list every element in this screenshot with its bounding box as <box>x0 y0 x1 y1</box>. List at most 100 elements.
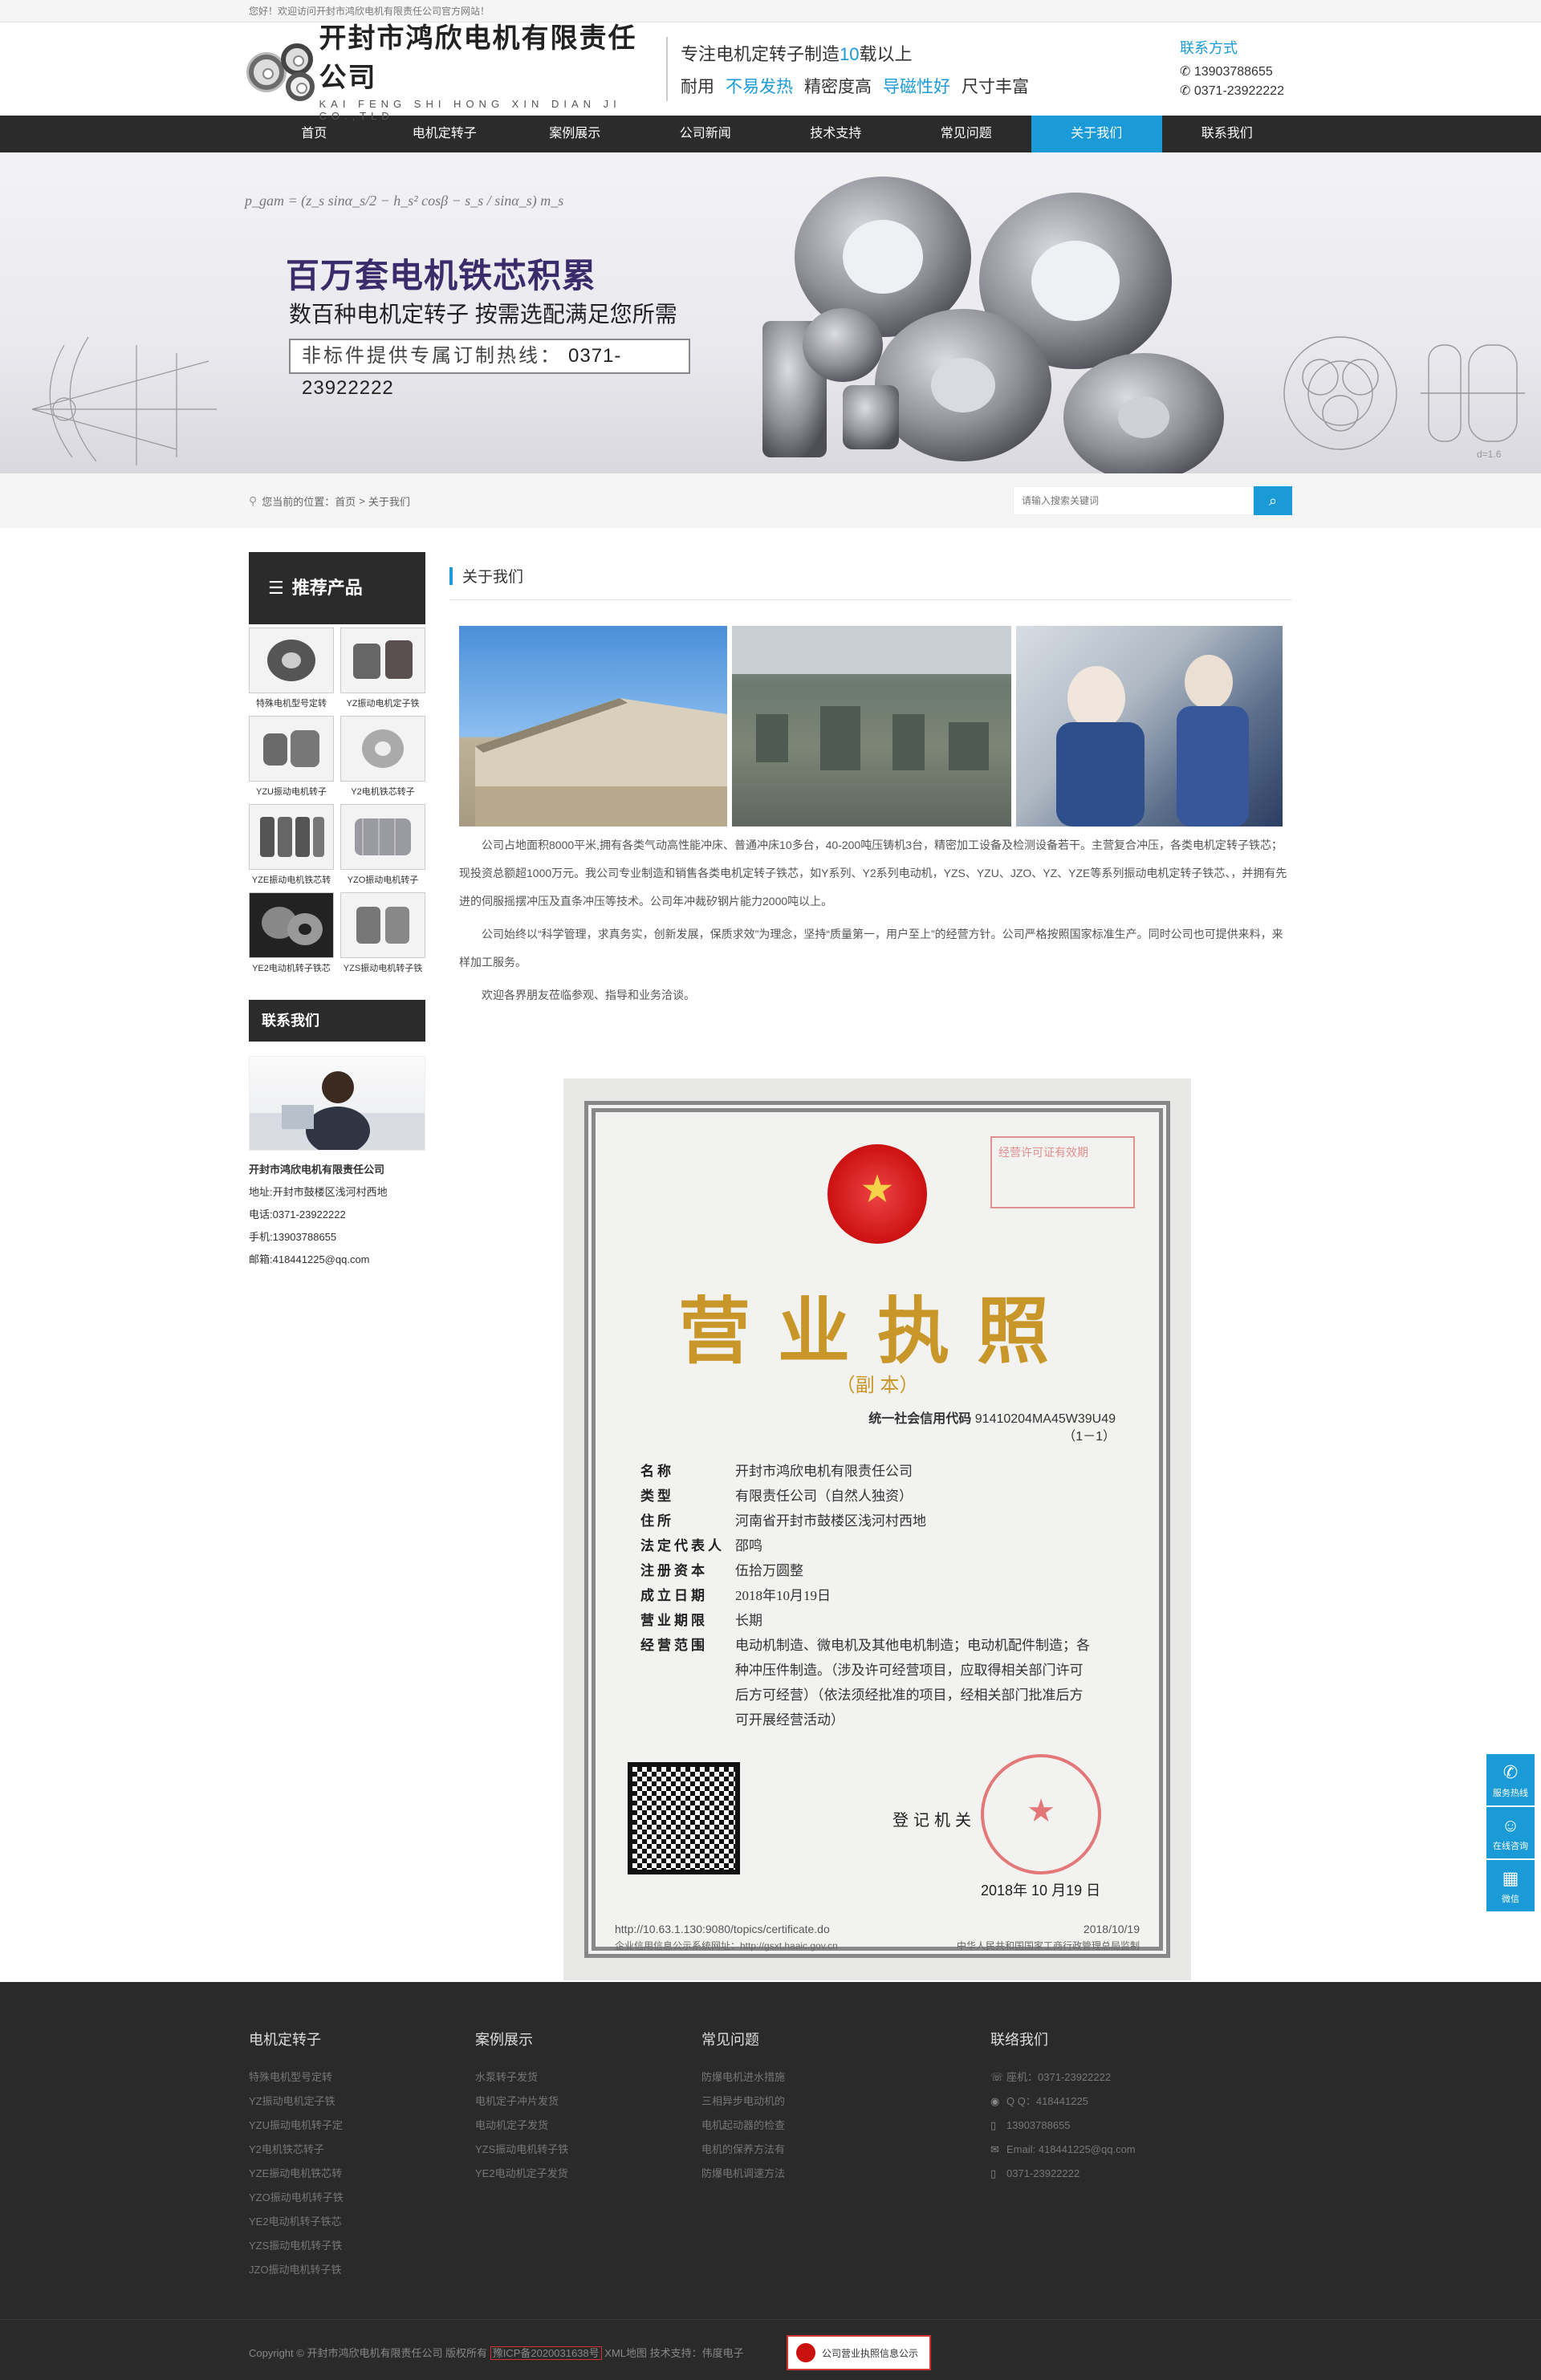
registrar-label: 登记机关 <box>892 1812 976 1830</box>
feature-1: 耐用 <box>681 78 714 96</box>
footer-contact-text: Q Q：418441225 <box>1006 2095 1088 2107</box>
product-name: YZO振动电机转子 <box>347 875 419 885</box>
product-item[interactable]: YZU振动电机转子 <box>249 716 334 798</box>
logo[interactable]: 开封市鸿欣电机有限责任公司 KAI FENG SHI HONG XIN DIAN… <box>249 16 650 122</box>
license-foot-left: 企业信用信息公示系统网址：http://gsxt.haaic.gov.cn <box>615 1940 838 1952</box>
float-label: 微信 <box>1502 1895 1519 1904</box>
footer-link[interactable]: YE2电动机转子铁芯 <box>249 2210 475 2234</box>
sidebar-mobile: 手机:13903788655 <box>249 1231 337 1243</box>
product-item[interactable]: Y2电机铁芯转子 <box>340 716 425 798</box>
search-box: ⌕ <box>1013 486 1292 515</box>
nav-home[interactable]: 首页 <box>249 116 380 152</box>
footer-link[interactable]: 电动机定子发货 <box>475 2114 701 2138</box>
wechat-icon: ▦ <box>1502 1868 1519 1888</box>
copyright: Copyright © 开封市鸿欣电机有限责任公司 版权所有 豫ICP备2020… <box>249 2345 744 2360</box>
footer-link[interactable]: YZS振动电机转子铁 <box>249 2234 475 2258</box>
footer-contact-text: 13903788655 <box>1006 2119 1071 2131</box>
phone-icon: ☏ <box>990 2071 1004 2083</box>
search-icon: ⌕ <box>1268 492 1278 509</box>
footer-link[interactable]: 防爆电机进水措施 <box>701 2065 928 2090</box>
footer-link[interactable]: 水泵转子发货 <box>475 2065 701 2090</box>
license-disclosure-badge[interactable]: 公司营业执照信息公示 <box>787 2335 931 2370</box>
product-name: YZS振动电机转子铁 <box>343 964 423 973</box>
footer-link[interactable]: YZ振动电机定子铁 <box>249 2090 475 2114</box>
about-content: 关于我们 公司占地面积8000平米,拥有各类气动高性能冲床、普通冲床10多台，4… <box>449 552 1292 1980</box>
recommended-products-title: ☰ 推荐产品 <box>249 552 425 624</box>
breadcrumb-separator: > <box>359 494 365 507</box>
credit-code-label: 统一社会信用代码 <box>868 1412 972 1426</box>
search-input[interactable] <box>1013 486 1254 515</box>
nav-cases[interactable]: 案例展示 <box>510 116 640 152</box>
footer-link[interactable]: 电机定子冲片发货 <box>475 2090 701 2114</box>
hero-banner[interactable]: p_gam = (z_s sinα_s/2 − h_s² cosβ − s_s … <box>0 152 1541 473</box>
nav-faq[interactable]: 常见问题 <box>901 116 1032 152</box>
footer-link[interactable]: 电机起动器的检查 <box>701 2114 928 2138</box>
banner-formula: p_gam = (z_s sinα_s/2 − h_s² cosβ − s_s … <box>245 193 564 209</box>
nav-stator-rotor[interactable]: 电机定转子 <box>380 116 510 152</box>
footer-link[interactable]: 电机的保养方法有 <box>701 2138 928 2162</box>
footer-link[interactable]: YZU振动电机转子定 <box>249 2114 475 2138</box>
product-name: YE2电动机转子铁芯 <box>252 964 331 973</box>
product-item[interactable]: 特殊电机型号定转 <box>249 627 334 709</box>
license-page: （1－1） <box>1063 1430 1116 1444</box>
header: 开封市鸿欣电机有限责任公司 KAI FENG SHI HONG XIN DIAN… <box>0 22 1541 122</box>
floating-service-widget: ✆ 服务热线 ☺ 在线咨询 ▦ 微信 <box>1486 1754 1535 1913</box>
footer-col-title: 电机定转子 <box>249 2032 321 2048</box>
footer-link[interactable]: 防爆电机调速方法 <box>701 2162 928 2186</box>
license-date: 2018年 10 月19 日 <box>981 1882 1101 1899</box>
field-key: 住所 <box>640 1513 674 1529</box>
footer-divider <box>0 2319 1541 2320</box>
mobile-icon: ▯ <box>990 2167 997 2179</box>
breadcrumb-current: 关于我们 <box>368 495 410 508</box>
footer-link[interactable]: 三相异步电动机的 <box>701 2090 928 2114</box>
field-key: 经营范围 <box>640 1638 708 1653</box>
nav-contact[interactable]: 联系我们 <box>1162 116 1293 152</box>
slogan-pre: 专注电机定转子制造 <box>681 44 840 64</box>
float-wechat-button[interactable]: ▦ 微信 <box>1486 1860 1535 1911</box>
breadcrumb-label: 您当前的位置： <box>262 495 335 508</box>
footer-col-title: 常见问题 <box>701 2032 759 2048</box>
footer-link[interactable]: 特殊电机型号定转 <box>249 2065 475 2090</box>
field-value: 伍拾万圆整 <box>735 1563 803 1578</box>
product-thumbnail <box>249 627 334 693</box>
qq-icon: ◉ <box>990 2095 1000 2107</box>
slogan-years: 10 <box>840 44 860 64</box>
product-item[interactable]: YE2电动机转子铁芯 <box>249 892 334 974</box>
footer-col-faq: 常见问题 防爆电机进水措施 三相异步电动机的 电机起动器的检查 电机的保养方法有… <box>701 2029 928 2282</box>
float-chat-button[interactable]: ☺ 在线咨询 <box>1486 1807 1535 1858</box>
float-hotline-button[interactable]: ✆ 服务热线 <box>1486 1754 1535 1805</box>
footer-link[interactable]: YZE振动电机铁芯转 <box>249 2162 475 2186</box>
slogan: 专注电机定转子制造10载以上 耐用 不易发热 精密度高 导磁性好 尺寸丰富 <box>666 37 1180 101</box>
footer-link[interactable]: YZO振动电机转子铁 <box>249 2186 475 2210</box>
contact-us-title: 联系我们 <box>249 1000 425 1042</box>
product-item[interactable]: YZO振动电机转子 <box>340 804 425 886</box>
product-item[interactable]: YZS振动电机转子铁 <box>340 892 425 974</box>
license-url-date: 2018/10/19 <box>1083 1923 1140 1935</box>
about-paragraph-1: 公司占地面积8000平米,拥有各类气动高性能冲床、普通冲床10多台，40-200… <box>459 839 1287 908</box>
recommended-products-label: 推荐产品 <box>291 578 363 598</box>
field-value: 开封市鸿欣电机有限责任公司 <box>735 1464 913 1479</box>
nav-about[interactable]: 关于我们 <box>1031 116 1162 152</box>
footer-link[interactable]: Y2电机铁芯转子 <box>249 2138 475 2162</box>
breadcrumb: ⚲ 您当前的位置： 首页 > 关于我们 <box>249 493 410 509</box>
product-thumbnail <box>340 627 425 693</box>
nav-news[interactable]: 公司新闻 <box>640 116 771 152</box>
icp-link[interactable]: 豫ICP备2020031638号 <box>490 2346 602 2360</box>
page-title: 关于我们 <box>462 569 524 586</box>
header-tel: 0371-23922222 <box>1193 84 1284 98</box>
footer-link[interactable]: YE2电动机定子发货 <box>475 2162 701 2186</box>
mobile-icon: ✆ <box>1180 65 1191 79</box>
sidebar-phone: 电话:0371-23922222 <box>249 1208 346 1220</box>
field-value: 2018年10月19日 <box>735 1588 831 1603</box>
footer-col-cases: 案例展示 水泵转子发货 电机定子冲片发货 电动机定子发货 YZS振动电机转子铁 … <box>475 2029 701 2282</box>
search-button[interactable]: ⌕ <box>1254 486 1292 515</box>
footer-link[interactable]: YZS振动电机转子铁 <box>475 2138 701 2162</box>
sidebar: ☰ 推荐产品 特殊电机型号定转 YZ振动电机定子铁 YZU振动电机转子 Y2电机铁… <box>249 552 425 1980</box>
field-key: 类型 <box>640 1489 674 1504</box>
sidebar-contact-info: 开封市鸿欣电机有限责任公司 地址:开封市鼓楼区浅河村西地 电话:0371-239… <box>249 1159 425 1271</box>
breadcrumb-home[interactable]: 首页 <box>335 493 356 509</box>
product-item[interactable]: YZ振动电机定子铁 <box>340 627 425 709</box>
nav-tech-support[interactable]: 技术支持 <box>770 116 901 152</box>
product-item[interactable]: YZE振动电机铁芯转 <box>249 804 334 886</box>
footer-link[interactable]: JZO振动电机转子铁 <box>249 2258 475 2282</box>
